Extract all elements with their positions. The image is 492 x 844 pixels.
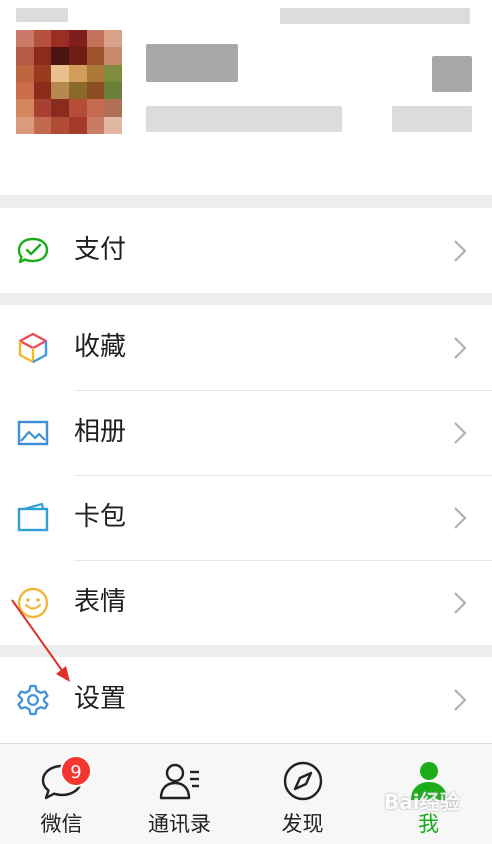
cube-icon	[18, 332, 48, 364]
menu-item-cards[interactable]: 卡包	[0, 475, 492, 560]
chevron-right-icon	[454, 689, 467, 711]
menu-item-stickers-label: 表情	[74, 587, 127, 617]
avatar[interactable]	[16, 30, 122, 134]
unread-badge: 9	[60, 755, 92, 787]
tab-discover-label: 发现	[281, 812, 324, 836]
watermark: Bai经验	[384, 790, 460, 814]
menu-item-favorites-label: 收藏	[74, 332, 127, 362]
status-bar-blur-left	[16, 8, 68, 22]
status-bar-blur-right	[280, 8, 470, 24]
chevron-right-icon	[454, 337, 467, 359]
compass-icon	[283, 761, 322, 801]
group-pay: 支付	[0, 208, 492, 293]
group-collections: 收藏 相册 卡包 表情	[0, 305, 492, 645]
chevron-right-icon	[454, 592, 467, 614]
chevron-right-icon	[454, 507, 467, 529]
menu-item-cards-label: 卡包	[74, 502, 127, 532]
tab-discover[interactable]: 发现	[241, 744, 364, 844]
gear-icon	[17, 684, 49, 716]
qr-blur	[392, 106, 472, 132]
wechat-id-blur	[146, 106, 342, 132]
tab-contacts-label: 通讯录	[148, 812, 211, 836]
group-settings: 设置	[0, 657, 492, 743]
menu-item-pay[interactable]: 支付	[0, 208, 492, 293]
menu-item-album[interactable]: 相册	[0, 390, 492, 475]
nickname-blur	[146, 44, 238, 82]
contacts-icon	[159, 763, 199, 800]
photo-icon	[17, 420, 49, 446]
profile-header[interactable]	[0, 0, 492, 195]
menu-item-settings[interactable]: 设置	[0, 657, 492, 742]
qr-code-icon[interactable]	[432, 56, 472, 92]
wallet-check-icon	[17, 237, 49, 264]
tab-contacts[interactable]: 通讯录	[118, 744, 241, 844]
smile-icon	[17, 587, 49, 619]
menu-item-album-label: 相册	[74, 417, 127, 447]
chevron-right-icon	[454, 422, 467, 444]
menu-item-favorites[interactable]: 收藏	[0, 305, 492, 390]
chevron-right-icon	[454, 240, 467, 262]
menu-item-stickers[interactable]: 表情	[0, 560, 492, 645]
menu-item-settings-label: 设置	[74, 684, 127, 714]
menu-item-pay-label: 支付	[74, 235, 127, 265]
tab-chats-label: 微信	[40, 812, 83, 836]
card-wallet-icon	[17, 502, 49, 532]
tab-chats[interactable]: 9 微信	[0, 744, 123, 844]
